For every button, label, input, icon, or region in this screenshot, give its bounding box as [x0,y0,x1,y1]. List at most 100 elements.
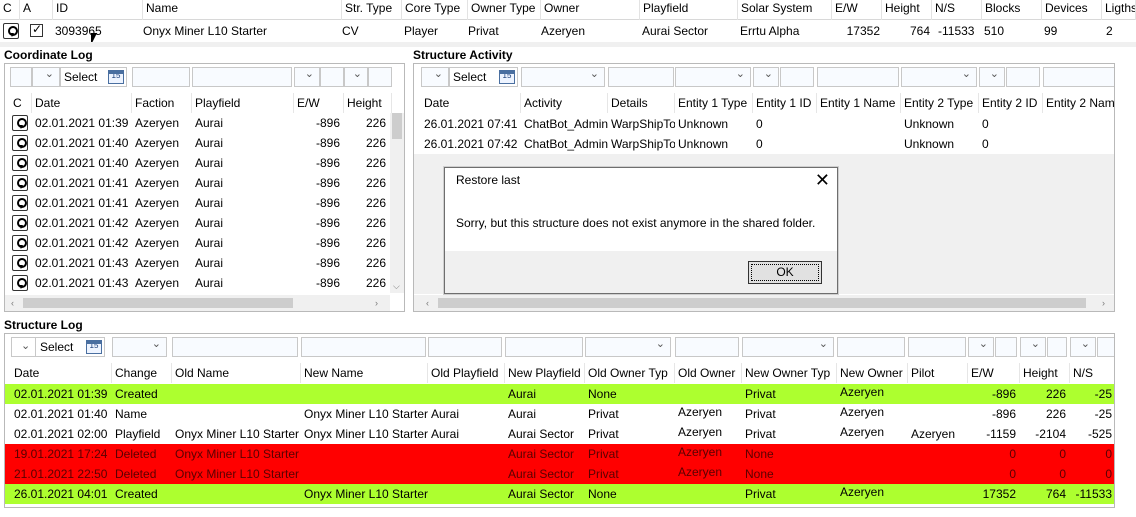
table-row[interactable]: 26.01.2021 04:01 Created Onyx Miner L10 St… [5,484,1114,504]
scroll-down-icon[interactable]: ⌵ [393,281,400,291]
filter-height[interactable] [1047,337,1067,357]
col-header-entity2-type[interactable]: Entity 2 Type [901,93,979,113]
filter-new-playfield[interactable] [505,337,583,357]
col-header-new-owner[interactable]: New Owner [837,363,908,383]
col-header-date[interactable]: Date [421,93,521,113]
coordinate-log-vscroll[interactable]: ⌵ [390,113,404,293]
col-header-ew[interactable]: E/W [294,93,344,113]
col-header-ns[interactable]: N/S [1070,363,1114,383]
col-header-new-name[interactable]: New Name [301,363,428,383]
col-header-c[interactable]: C [0,0,20,20]
filter-height-operator[interactable] [344,67,368,87]
filter-change[interactable] [112,337,167,357]
location-pin-icon[interactable] [12,255,28,271]
filter-ns[interactable] [1097,337,1114,357]
col-header-pilot[interactable]: Pilot [908,363,968,383]
col-header-playfield[interactable]: Playfield [640,0,738,20]
location-pin-icon[interactable] [12,195,28,211]
col-header-old-owner-type[interactable]: Old Owner Typ [585,363,675,383]
col-header-playfield[interactable]: Playfield [192,93,294,113]
col-header-entity2-name[interactable]: Entity 2 Nam [1043,93,1114,113]
filter-height[interactable] [368,67,392,87]
table-row[interactable]: 3093965 Onyx Miner L10 Starter CV Player… [0,21,1136,41]
col-header-a[interactable]: A [20,0,53,20]
filter-date-operator[interactable] [32,67,60,87]
col-header-owner-type[interactable]: Owner Type [468,0,541,20]
col-header-new-playfield[interactable]: New Playfield [505,363,585,383]
filter-activity[interactable] [521,67,605,87]
table-row[interactable]: 02.01.2021 01:41 Azeryen Aurai -896 226 [5,193,390,213]
coordinate-log-hscroll[interactable]: ‹ › [5,295,390,311]
location-pin-icon[interactable] [12,275,28,291]
filter-entity1-type[interactable] [675,67,751,87]
col-header-id[interactable]: ID [53,0,143,20]
filter-ew-operator[interactable] [968,337,994,357]
filter-height-operator[interactable] [1020,337,1046,357]
col-header-entity2-id[interactable]: Entity 2 ID [979,93,1043,113]
filter-old-name[interactable] [172,337,298,357]
col-header-name[interactable]: Name [143,0,342,20]
location-pin-icon[interactable] [12,155,28,171]
col-header-date[interactable]: Date [11,363,112,383]
filter-playfield[interactable] [192,67,292,87]
table-row[interactable]: 02.01.2021 01:40 Name Onyx Miner L10 Start… [5,404,1114,424]
filter-date-picker[interactable]: Select 15 [60,67,127,87]
table-row[interactable]: 02.01.2021 01:43 Azeryen Aurai -896 226 [5,273,390,293]
table-row[interactable]: 21.01.2021 22:50 Deleted Onyx Miner L10 St… [5,464,1114,484]
location-pin-icon[interactable] [12,235,28,251]
filter-new-owner[interactable] [837,337,905,357]
col-header-change[interactable]: Change [112,363,172,383]
filter-new-owner-type[interactable] [742,337,834,357]
col-header-height[interactable]: Height [882,0,932,20]
scroll-right-icon[interactable]: › [1102,298,1105,308]
calendar-icon[interactable]: 15 [499,70,515,84]
ok-button[interactable]: OK [748,261,822,284]
location-pin-icon[interactable] [12,175,28,191]
scroll-right-icon[interactable]: › [375,298,378,308]
filter-old-playfield[interactable] [428,337,502,357]
calendar-icon[interactable]: 15 [108,70,124,84]
filter-ns-operator[interactable] [1070,337,1096,357]
filter-c[interactable] [10,67,32,87]
col-header-c[interactable]: C [10,93,32,113]
filter-faction[interactable] [132,67,190,87]
filter-entity1-id[interactable] [780,67,814,87]
col-header-old-playfield[interactable]: Old Playfield [428,363,505,383]
col-header-blocks[interactable]: Blocks [982,0,1042,20]
col-header-height[interactable]: Height [344,93,392,113]
filter-entity2-id[interactable] [1006,67,1040,87]
table-row[interactable]: 02.01.2021 01:42 Azeryen Aurai -896 226 [5,233,390,253]
col-header-old-name[interactable]: Old Name [172,363,301,383]
location-pin-icon[interactable] [3,23,19,39]
filter-entity2-type[interactable] [901,67,977,87]
filter-ew[interactable] [320,67,344,87]
col-header-entity1-type[interactable]: Entity 1 Type [675,93,753,113]
filter-details[interactable] [608,67,674,87]
col-header-ns[interactable]: N/S [932,0,982,20]
table-row[interactable]: 02.01.2021 01:40 Azeryen Aurai -896 226 [5,133,390,153]
table-row[interactable]: 26.01.2021 07:41 ChatBot_Admin WarpShipTo U… [414,114,1114,134]
filter-ew[interactable] [995,337,1017,357]
scroll-left-icon[interactable]: ‹ [11,298,14,308]
location-pin-icon[interactable] [12,115,28,131]
filter-pilot[interactable] [908,337,966,357]
table-row[interactable]: 19.01.2021 17:24 Deleted Onyx Miner L10 St… [5,444,1114,464]
col-header-height[interactable]: Height [1020,363,1070,383]
col-header-ew[interactable]: E/W [968,363,1020,383]
filter-date-operator[interactable]: ⌄ [14,338,36,356]
filter-old-owner-type[interactable] [585,337,671,357]
col-header-activity[interactable]: Activity [521,93,608,113]
table-row[interactable]: 02.01.2021 01:43 Azeryen Aurai -896 226 [5,253,390,273]
location-pin-icon[interactable] [12,135,28,151]
filter-entity2-id-operator[interactable] [979,67,1005,87]
filter-date-picker[interactable]: Select 15 [449,67,518,87]
table-row[interactable]: 02.01.2021 01:39 Azeryen Aurai -896 226 [5,113,390,133]
scroll-thumb[interactable] [438,298,1086,308]
filter-old-owner[interactable] [675,337,739,357]
filter-date-picker[interactable]: ⌄ Select 15 [11,337,105,357]
col-header-core-type[interactable]: Core Type [402,0,468,20]
col-header-solar-system[interactable]: Solar System [738,0,832,20]
col-header-devices[interactable]: Devices [1042,0,1102,20]
table-row[interactable]: 02.01.2021 02:00 Playfield Onyx Miner L10 … [5,424,1114,444]
scroll-thumb[interactable] [392,113,402,139]
